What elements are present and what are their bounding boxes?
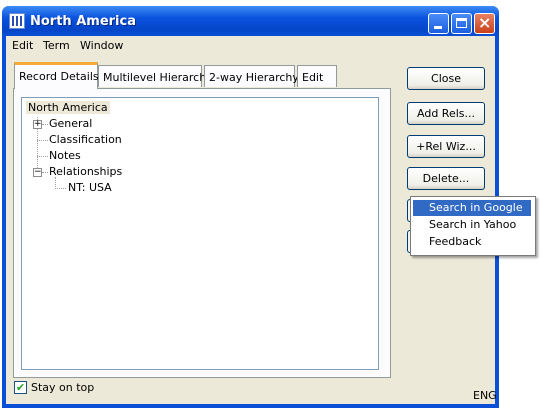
menu-search-google[interactable]: Search in Google (413, 200, 531, 216)
menu-window[interactable]: Window (80, 39, 123, 52)
tree-connector (42, 172, 48, 173)
tree-connector (42, 124, 48, 125)
window-title: North America (30, 14, 136, 29)
menu-search-yahoo[interactable]: Search in Yahoo (413, 217, 531, 233)
tab-edit[interactable]: Edit (297, 65, 337, 87)
tab-2-way-hierarchy[interactable]: 2-way Hierarchy (204, 65, 299, 87)
rel-wiz-button[interactable]: +Rel Wiz... (407, 135, 485, 158)
minimize-button[interactable] (428, 13, 449, 34)
stay-on-top-label: Stay on top (31, 381, 95, 394)
collapse-icon[interactable]: − (33, 168, 42, 177)
close-button[interactable]: Close (407, 67, 485, 90)
menu-term[interactable]: Term (43, 39, 70, 52)
maximize-icon (456, 18, 467, 28)
tree-node-classification[interactable]: Classification (49, 133, 122, 146)
tree-node-notes[interactable]: Notes (49, 149, 81, 162)
expand-icon[interactable]: + (33, 120, 42, 129)
menu-bar: Edit Term Window (6, 36, 495, 55)
tree-connector (55, 188, 66, 189)
tree-connector (37, 140, 48, 141)
add-rels-button[interactable]: Add Rels... (407, 102, 485, 125)
record-tree[interactable]: North America + General Classification N… (21, 97, 379, 370)
delete-button[interactable]: Delete... (407, 167, 485, 190)
tree-node-nt-usa[interactable]: NT: USA (68, 181, 112, 194)
tree-root[interactable]: North America (26, 101, 110, 114)
tab-record-details[interactable]: Record Details (14, 62, 99, 89)
menu-feedback[interactable]: Feedback (413, 234, 531, 250)
context-menu: Search in Google Search in Yahoo Feedbac… (410, 196, 536, 256)
menu-edit[interactable]: Edit (12, 39, 33, 52)
maximize-button[interactable] (451, 13, 472, 34)
tree-connector (37, 156, 48, 157)
close-icon: × (478, 13, 492, 32)
minimize-icon (434, 26, 442, 29)
title-bar[interactable]: North America × (2, 6, 499, 36)
stay-on-top-checkbox[interactable]: ✔ (14, 381, 27, 394)
app-icon (9, 13, 25, 29)
close-window-button[interactable]: × (474, 13, 495, 34)
tree-node-general[interactable]: General (49, 117, 92, 130)
language-indicator: ENG (473, 389, 497, 402)
tree-node-relationships[interactable]: Relationships (49, 165, 122, 178)
tab-multilevel-hierarchy[interactable]: Multilevel Hierarchy (98, 65, 213, 87)
